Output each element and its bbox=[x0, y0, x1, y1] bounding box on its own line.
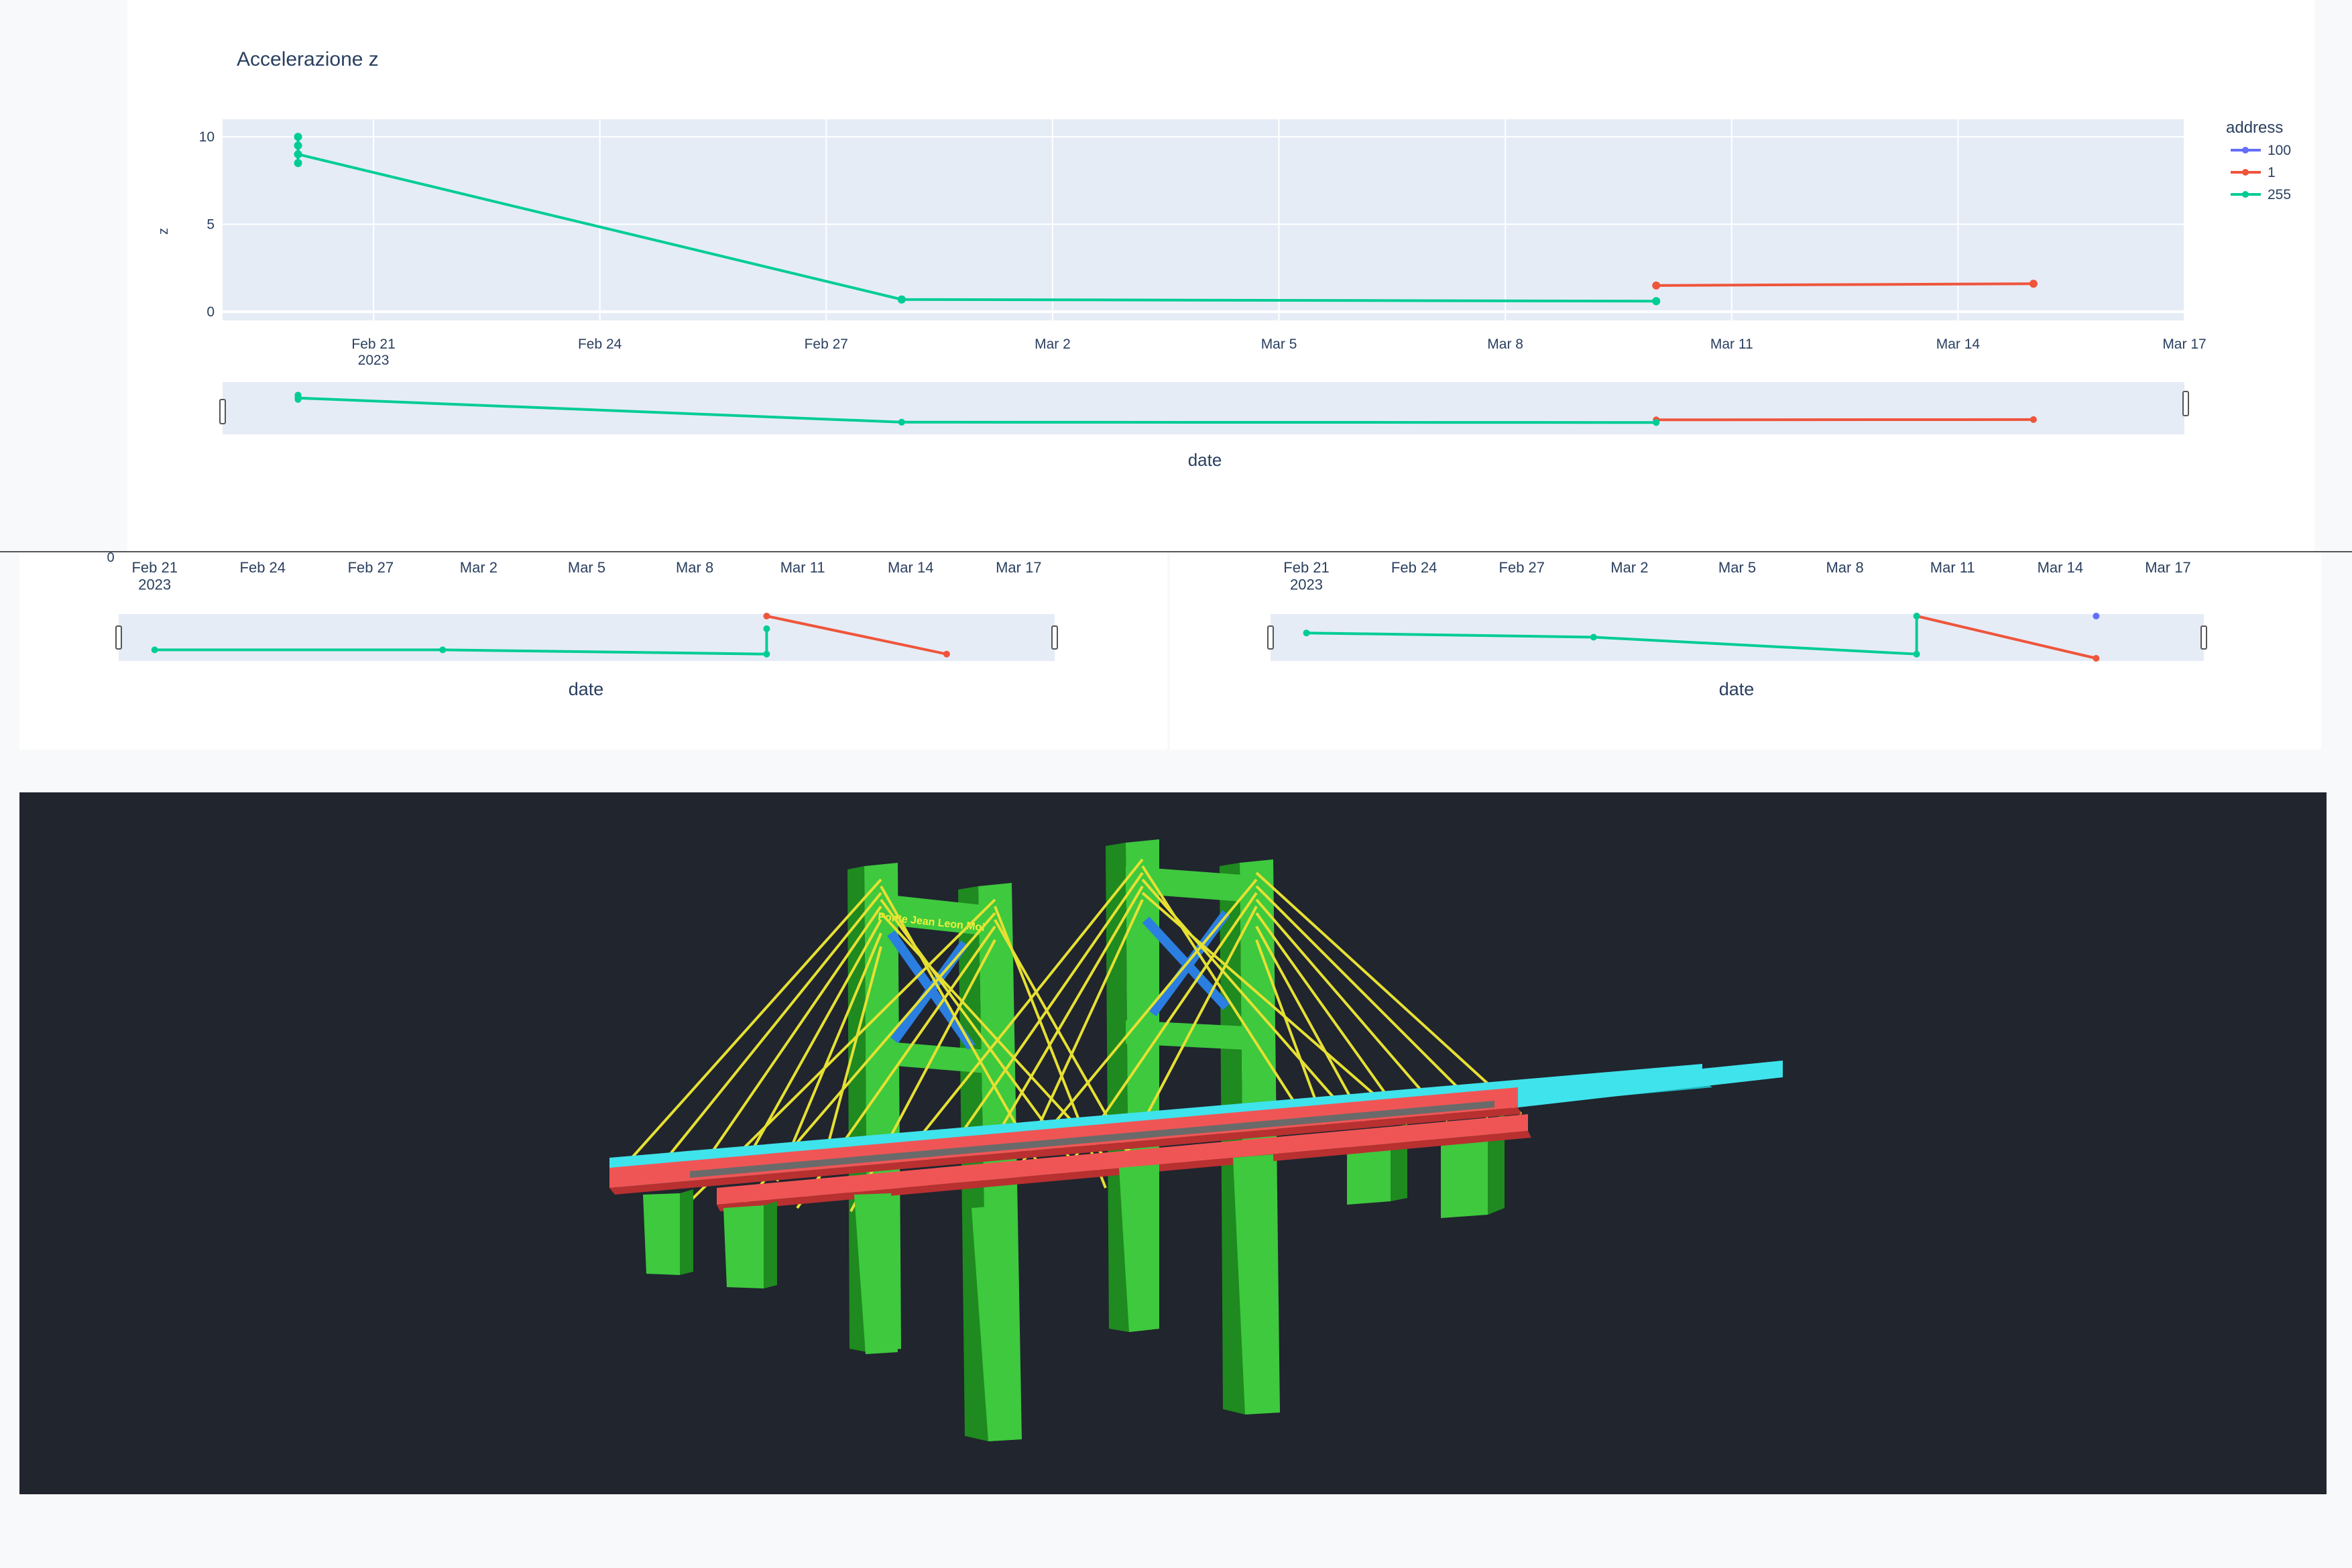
lower-right-chart: Feb 21 2023 Feb 24 Feb 27 Mar 2 Mar 5 Mar 8 Mar… bbox=[1267, 559, 2207, 699]
main-slider-point-255[interactable] bbox=[898, 418, 905, 426]
slider-point-255[interactable] bbox=[1913, 613, 1920, 619]
legend-swatch-marker bbox=[2242, 169, 2249, 176]
slider-point-255[interactable] bbox=[763, 625, 770, 632]
main-chart: Accelerazione z z 0510 Feb 21 2023Feb 24 F… bbox=[156, 48, 2291, 470]
bridge-3d-viewer[interactable]: Ponte Jean Leon Moi bbox=[19, 792, 2327, 1494]
range-slider-handle-right[interactable] bbox=[2182, 391, 2189, 416]
x-tick-label: Mar 2 bbox=[1610, 559, 1648, 576]
y-axis-label: z bbox=[156, 228, 171, 235]
x-tick-label: Feb 21 2023 bbox=[351, 337, 395, 368]
range-slider-handle-right[interactable] bbox=[1051, 625, 1058, 650]
main-series-line-1[interactable] bbox=[1656, 282, 2034, 287]
main-slider-point-255[interactable] bbox=[1653, 419, 1660, 426]
x-tick-label: Mar 8 bbox=[676, 559, 713, 576]
x-tick-label: Mar 11 bbox=[1930, 559, 1975, 576]
x-tick-label: Mar 17 bbox=[2162, 337, 2206, 352]
x-tick-label: Mar 14 bbox=[2038, 559, 2083, 576]
lower-left-chart: 0 Feb 21 2023 Feb 24 Feb 27 Mar 2 Mar 5 Mar 8 M… bbox=[107, 550, 1058, 699]
x-tick-label: Mar 5 bbox=[568, 559, 605, 576]
x-tick-label: Feb 27 bbox=[805, 337, 848, 352]
range-slider-handle-left[interactable] bbox=[219, 399, 226, 424]
x-tick-label: Mar 2 bbox=[460, 559, 497, 576]
x-axis-label: date bbox=[569, 679, 604, 699]
y-tick-zero: 0 bbox=[107, 552, 114, 565]
legend-swatch-marker bbox=[2242, 147, 2249, 154]
y-tick-label: 10 bbox=[199, 129, 215, 145]
x-tick-label: Mar 8 bbox=[1826, 559, 1863, 576]
x-tick-label: Mar 11 bbox=[1710, 337, 1753, 352]
main-point-255[interactable] bbox=[294, 141, 302, 150]
x-tick-label: Mar 17 bbox=[2145, 559, 2190, 576]
plot-area bbox=[223, 119, 2184, 320]
x-tick-label: Feb 24 bbox=[240, 559, 286, 576]
legend-label: 255 bbox=[2268, 187, 2291, 202]
main-chart-card: Accelerazione z z 0 5 10 Feb 21 2023 Feb 24 F… bbox=[127, 0, 2314, 551]
chart-title: Accelerazione z bbox=[237, 48, 379, 70]
legend-item-1[interactable]: 1 bbox=[2231, 165, 2276, 180]
range-slider[interactable] bbox=[1271, 614, 2204, 661]
range-slider-handle-right[interactable] bbox=[2200, 625, 2207, 650]
x-tick-label: Feb 21 2023 bbox=[131, 559, 178, 593]
x-tick-label: Mar 2 bbox=[1035, 337, 1071, 352]
legend-title: address bbox=[2226, 119, 2283, 137]
legend-item-100[interactable]: 100 bbox=[2231, 143, 2291, 158]
main-slider-point-255[interactable] bbox=[294, 394, 302, 402]
x-tick-label: Feb 21 2023 bbox=[1283, 559, 1330, 593]
pylon-legs-front bbox=[854, 1154, 1280, 1441]
x-tick-label: Feb 27 bbox=[1499, 559, 1545, 576]
range-slider-handle-left[interactable] bbox=[1267, 625, 1274, 650]
slider-point-1[interactable] bbox=[2093, 655, 2100, 662]
range-slider[interactable] bbox=[223, 382, 2184, 434]
slider-point-255[interactable] bbox=[1913, 650, 1920, 658]
bridge-deck bbox=[609, 1061, 1783, 1211]
x-tick-label: Mar 17 bbox=[996, 559, 1041, 576]
legend-label: 100 bbox=[2268, 143, 2291, 158]
slider-point-1[interactable] bbox=[943, 650, 950, 658]
slider-point-1[interactable] bbox=[763, 613, 770, 619]
main-slider-point-1[interactable] bbox=[2030, 416, 2037, 423]
x-tick-label: Mar 14 bbox=[888, 559, 933, 576]
main-point-255[interactable] bbox=[897, 295, 906, 304]
bridge-model[interactable]: Ponte Jean Leon Moi bbox=[19, 792, 2327, 1494]
main-point-255[interactable] bbox=[294, 159, 302, 168]
slider-point-255[interactable] bbox=[1590, 634, 1597, 641]
x-axis-ticks: Feb 21 2023 Feb 24 Feb 27 Mar 2 Mar 5 Mar 8 Mar… bbox=[351, 337, 2206, 368]
x-axis-ticks: Feb 21 2023 Feb 24 Feb 27 Mar 2 Mar 5 Mar 8 Mar… bbox=[1283, 559, 2190, 593]
x-tick-label: Feb 24 bbox=[578, 337, 622, 352]
x-tick-label: Mar 5 bbox=[1261, 337, 1297, 352]
y-axis-ticks: 0 5 10 bbox=[199, 129, 215, 320]
legend: address 100 1 255 bbox=[2226, 119, 2291, 202]
slider-point-255[interactable] bbox=[439, 646, 447, 654]
main-point-255[interactable] bbox=[294, 150, 302, 159]
x-tick-label: Mar 5 bbox=[1718, 559, 1756, 576]
slider-point-100[interactable] bbox=[2093, 613, 2100, 619]
x-axis-label: date bbox=[1719, 679, 1755, 699]
main-point-1[interactable] bbox=[1652, 281, 1661, 290]
legend-swatch-marker bbox=[2242, 191, 2249, 198]
x-tick-label: Mar 11 bbox=[780, 559, 825, 576]
lower-right-chart-card: Feb 21 2023 Feb 24 Feb 27 Mar 2 Mar 5 Mar 8 Mar… bbox=[1170, 552, 2321, 749]
legend-label: 1 bbox=[2268, 165, 2276, 180]
x-axis-ticks: Feb 21 2023 Feb 24 Feb 27 Mar 2 Mar 5 Mar 8 Mar… bbox=[131, 559, 1041, 593]
x-tick-label: Mar 14 bbox=[1936, 337, 1981, 352]
x-axis-label: date bbox=[1188, 450, 1222, 470]
main-point-255[interactable] bbox=[294, 133, 302, 141]
main-point-1[interactable] bbox=[2029, 280, 2038, 288]
x-tick-label: Feb 27 bbox=[348, 559, 394, 576]
legend-item-255[interactable]: 255 bbox=[2231, 187, 2291, 202]
slider-point-255[interactable] bbox=[151, 646, 158, 654]
x-tick-label: Mar 8 bbox=[1487, 337, 1523, 352]
main-point-255[interactable] bbox=[1652, 297, 1661, 306]
lower-left-chart-card: 0 Feb 21 2023 Feb 24 Feb 27 Mar 2 Mar 5 Mar 8 M… bbox=[19, 550, 1167, 749]
y-tick-label: 5 bbox=[207, 217, 215, 233]
y-tick-label: 0 bbox=[207, 304, 215, 320]
slider-point-255[interactable] bbox=[1303, 629, 1310, 637]
range-slider[interactable] bbox=[119, 614, 1055, 661]
range-slider-handle-left[interactable] bbox=[115, 625, 122, 650]
slider-point-255[interactable] bbox=[763, 650, 770, 658]
x-tick-label: Feb 24 bbox=[1391, 559, 1437, 576]
